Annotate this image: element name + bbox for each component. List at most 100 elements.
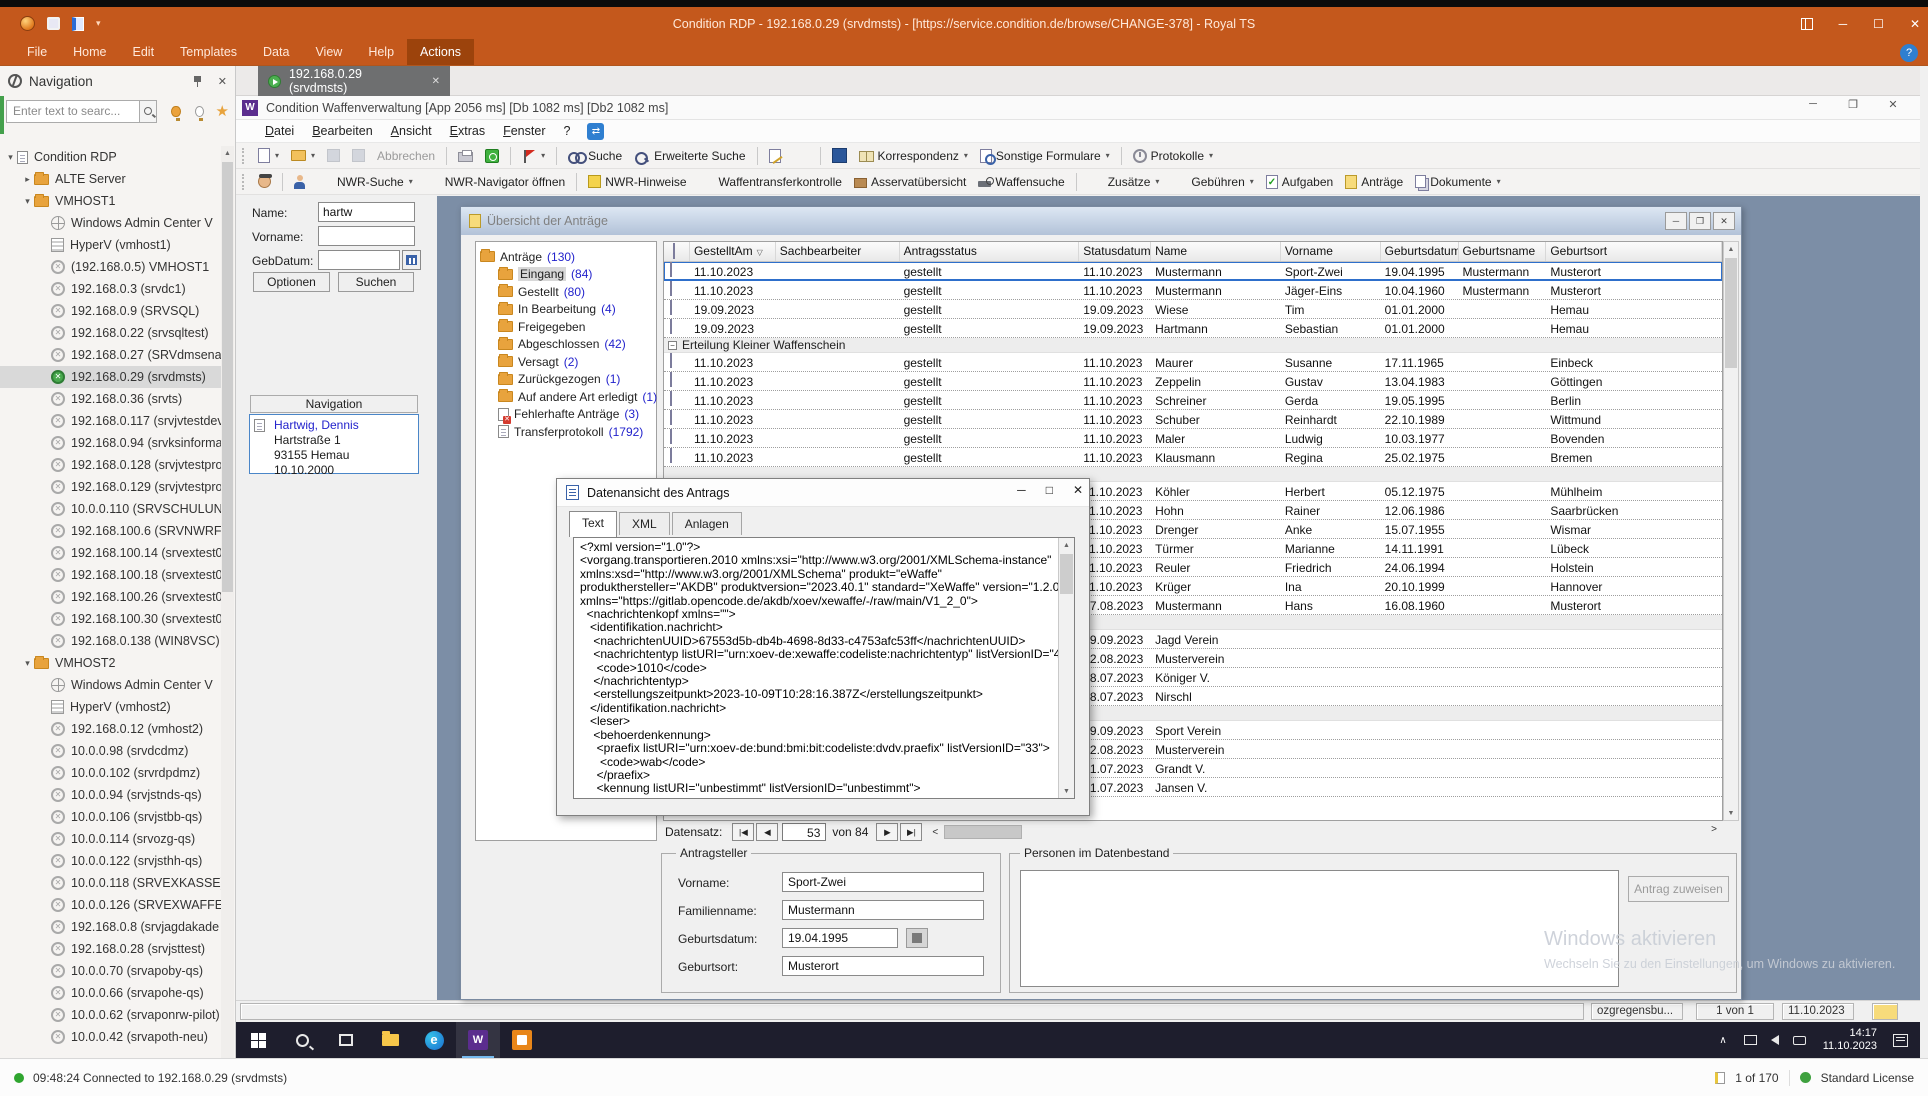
nwr-person-hat-button[interactable] (253, 171, 276, 193)
nav-tree-item-192-168-0-8-srvjagdakade[interactable]: ✕192.168.0.8 (srvjagdakade (0, 916, 222, 938)
rts-menu-home[interactable]: Home (60, 39, 119, 65)
hscrollbar-thumb[interactable] (944, 825, 1022, 839)
column-header-geburtsdatum[interactable]: Geburtsdatum (1381, 242, 1459, 261)
uebersicht-titlebar[interactable]: Übersicht der Anträge ─ ❐ ✕ (461, 207, 1741, 235)
antrag-zuweisen-button[interactable]: Antrag zuweisen (1628, 876, 1729, 902)
nav-tree-item-192-168-0-128-srvjvtestpro[interactable]: ✕192.168.0.128 (srvjvtestpro (0, 454, 222, 476)
nav-tree-item-192-168-100-30-srvextest0[interactable]: ✕192.168.100.30 (srvextest0 (0, 608, 222, 630)
navigation-vertical-scrollbar[interactable]: ▲ ▼ (221, 146, 234, 1096)
rts-menu-templates[interactable]: Templates (167, 39, 250, 65)
nav-tree-item-192-168-0-3-srvdc1[interactable]: ✕192.168.0.3 (srvdc1) (0, 278, 222, 300)
column-header-geburtsort[interactable]: Geburtsort (1546, 242, 1722, 261)
app-menu-datei[interactable]: Datei (258, 122, 301, 140)
nwr-nwr-navigator-ffnen-button[interactable]: NWR-Navigator öffnen (420, 171, 571, 193)
antraege-tree-item-gestellt[interactable]: Gestellt(80) (476, 283, 656, 301)
nav-tree-item-vmhost2[interactable]: ▾VMHOST2 (0, 652, 222, 674)
dialog-titlebar[interactable]: Datenansicht des Antrags ─ □ ✕ (557, 479, 1089, 507)
toolbar-abbrechen-button[interactable]: Abbrechen (372, 145, 440, 167)
toolbar-open-folder-button[interactable]: ▾ (286, 145, 320, 167)
optionen-button[interactable]: Optionen (253, 272, 330, 292)
taskbar-search-button[interactable] (280, 1022, 324, 1058)
close-panel-icon[interactable]: ✕ (218, 75, 227, 88)
nwr-antr-ge-button[interactable]: Anträge (1340, 171, 1408, 193)
royalts-logo-icon[interactable] (20, 16, 35, 31)
nav-tree-item-10-0-0-94-srvjstnds-qs[interactable]: ✕10.0.0.94 (srvjstnds-qs) (0, 784, 222, 806)
app-minimize-button[interactable]: ─ (1800, 98, 1826, 111)
column-header-sachbearbeiter[interactable]: Sachbearbeiter (776, 242, 900, 261)
nwr-geb-hren-button[interactable]: Gebühren▾ (1166, 171, 1258, 193)
scroll-up-icon[interactable]: ▲ (221, 146, 234, 160)
maximize-button[interactable]: ☐ (1873, 18, 1884, 30)
nav-tree-item-10-0-0-70-srvapoby-qs[interactable]: ✕10.0.0.70 (srvapoby-qs) (0, 960, 222, 982)
rts-menu-file[interactable]: File (14, 39, 60, 65)
nav-tree-item-192-168-0-129-srvjvtestpro[interactable]: ✕192.168.0.129 (srvjvtestpro (0, 476, 222, 498)
scroll-down-icon[interactable]: ▼ (1059, 784, 1074, 798)
expanded-expander-icon[interactable]: ▾ (21, 658, 34, 669)
nav-tree-item-hyperv-vmhost1[interactable]: HyperV (vmhost1) (0, 234, 222, 256)
uebersicht-restore-button[interactable]: ❐ (1689, 212, 1711, 230)
rts-menu-actions[interactable]: Actions (407, 39, 474, 65)
column-header-geburtsname[interactable]: Geburtsname (1459, 242, 1547, 261)
next-record-button[interactable]: ▶ (876, 823, 898, 841)
nav-tree-item-hyperv-vmhost2[interactable]: HyperV (vmhost2) (0, 696, 222, 718)
name-input[interactable] (318, 202, 415, 222)
session-tab[interactable]: 192.168.0.29 (srvdmsts) ✕ (258, 66, 450, 96)
column-header-statusdatum[interactable]: Statusdatum (1079, 242, 1151, 261)
favorites-star-icon[interactable]: ★ (216, 102, 229, 120)
table-row[interactable]: 11.10.2023gestellt11.10.2023MaurerSusann… (664, 353, 1722, 372)
geburtsdatum-input[interactable] (782, 928, 898, 948)
nav-tree-item-192-168-0-36-srvts[interactable]: ✕192.168.0.36 (srvts) (0, 388, 222, 410)
collapse-icon[interactable]: − (668, 341, 677, 350)
scrollbar-thumb[interactable] (1725, 258, 1737, 368)
previous-record-button[interactable]: ◀ (756, 823, 778, 841)
nwr-asservat-bersicht-button[interactable]: Asservatübersicht (849, 171, 971, 193)
dialog-close-button[interactable]: ✕ (1073, 483, 1083, 497)
notification-center-icon[interactable] (1893, 1034, 1908, 1047)
calendar-button[interactable] (402, 250, 421, 270)
toolbar-flag-button[interactable]: ▾ (517, 145, 550, 167)
table-vertical-scrollbar[interactable]: ▲ ▼ (1723, 241, 1739, 821)
table-row[interactable]: 11.10.2023gestellt11.10.2023SchuberReinh… (664, 410, 1722, 429)
app-menu-help[interactable]: ? (556, 122, 577, 140)
table-row[interactable]: 19.09.2023gestellt19.09.2023HartmannSeba… (664, 319, 1722, 338)
person-result-card[interactable]: Hartwig, Dennis Hartstraße 1 93155 Hemau… (249, 414, 419, 474)
toolbar-save-all-button[interactable] (347, 145, 370, 167)
nav-tree-item-10-0-0-42-srvapoth-neu[interactable]: ✕10.0.0.42 (srvapoth-neu) (0, 1026, 222, 1048)
gebdatum-input[interactable] (318, 250, 400, 270)
save-icon[interactable] (47, 17, 60, 30)
pin-icon[interactable] (192, 75, 204, 87)
volume-icon[interactable] (1771, 1035, 1779, 1045)
geburtsdatum-picker-button[interactable] (906, 928, 928, 948)
antraege-tree-item-freigegeben[interactable]: Freigegeben (476, 318, 656, 336)
column-header-name[interactable]: Name (1151, 242, 1281, 261)
tray-expand-icon[interactable]: ∧ (1709, 1035, 1736, 1046)
nav-tree-item-10-0-0-98-srvdcdmz[interactable]: ✕10.0.0.98 (srvdcdmz) (0, 740, 222, 762)
personen-listbox[interactable] (1020, 870, 1619, 987)
nwr-waffentransferkontrolle-button[interactable]: Waffentransferkontrolle (694, 171, 847, 193)
table-row[interactable]: 19.09.2023gestellt19.09.2023WieseTim01.0… (664, 300, 1722, 319)
antraege-tree-item-antr-ge[interactable]: Anträge(130) (476, 248, 656, 266)
antraege-tree-item-abgeschlossen[interactable]: Abgeschlossen(42) (476, 336, 656, 354)
nav-tree-item-192-168-0-138-win8vsc[interactable]: ✕192.168.0.138 (WIN8VSC) (0, 630, 222, 652)
table-row[interactable]: 11.10.2023gestellt11.10.2023MustermannSp… (664, 262, 1722, 281)
expanded-expander-icon[interactable]: ▾ (21, 196, 34, 207)
antraege-tree-item-in-bearbeitung[interactable]: In Bearbeitung(4) (476, 301, 656, 319)
toolbar-word-button[interactable] (827, 145, 852, 167)
familienname-input[interactable] (782, 900, 984, 920)
antraege-tree-item-zur-ckgezogen[interactable]: Zurückgezogen(1) (476, 371, 656, 389)
hscroll-right-icon[interactable]: > (1711, 824, 1717, 835)
toolbar-protokolle-button[interactable]: Protokolle▾ (1128, 145, 1218, 167)
column-header-antragsstatus[interactable]: Antragsstatus (900, 242, 1080, 261)
geburtsort-input[interactable] (782, 956, 984, 976)
app-close-button[interactable]: ✕ (1880, 98, 1906, 111)
dialog-tab-xml[interactable]: XML (619, 512, 670, 535)
rts-menu-data[interactable]: Data (250, 39, 302, 65)
nav-tree-item-10-0-0-110-srvschulung[interactable]: ✕10.0.0.110 (SRVSCHULUNG (0, 498, 222, 520)
help-icon[interactable]: ? (1900, 44, 1918, 62)
first-record-button[interactable]: |◀ (732, 823, 754, 841)
nwr-nwr-suche-button[interactable]: NWR-Suche▾ (312, 171, 418, 193)
table-header[interactable]: GestelltAm▽SachbearbeiterAntragsstatusSt… (664, 242, 1722, 262)
toolbar-refresh-preview-button[interactable] (480, 145, 504, 167)
hscroll-left-icon[interactable]: < (932, 827, 938, 838)
dialog-minimize-button[interactable]: ─ (1017, 483, 1026, 497)
